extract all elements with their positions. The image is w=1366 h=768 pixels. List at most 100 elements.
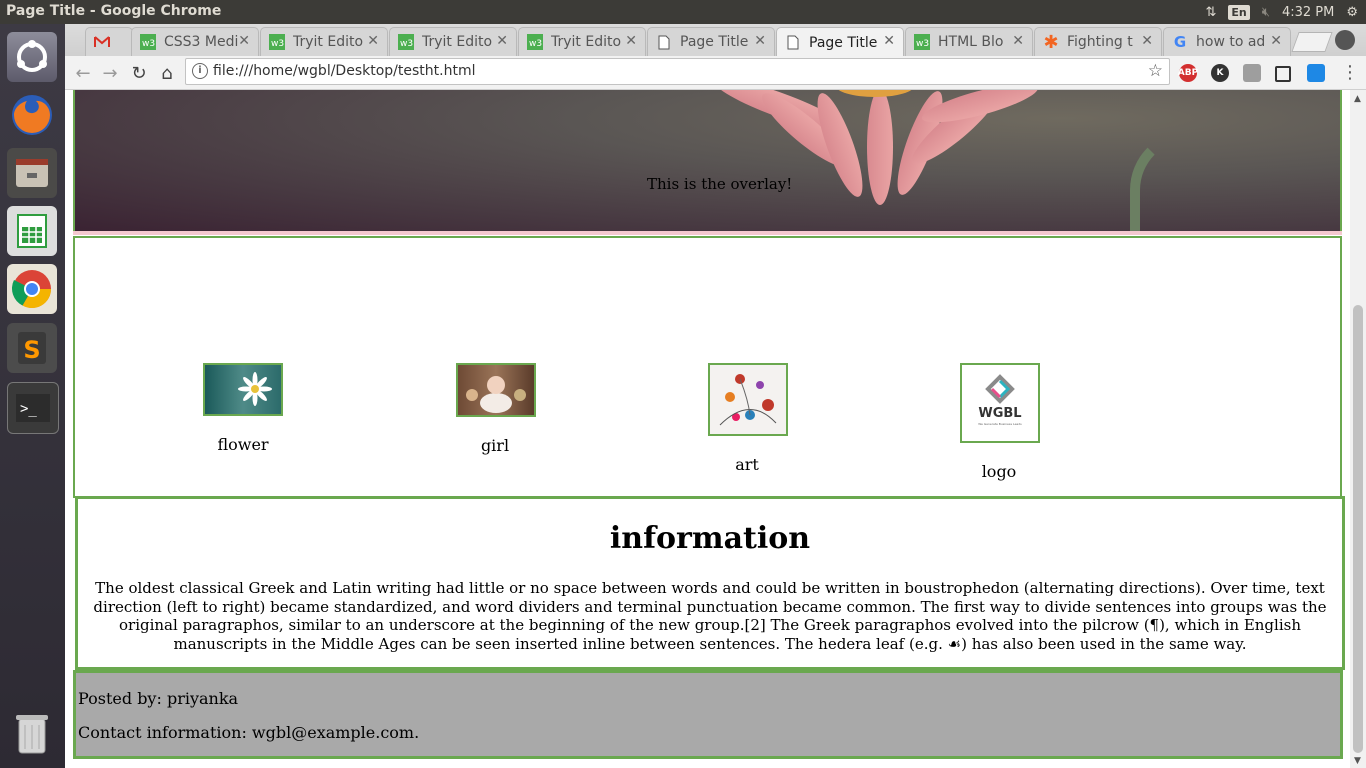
chrome-menu-icon[interactable]: ⋮ — [1341, 62, 1359, 83]
asterisk-icon: ✱ — [1043, 31, 1059, 53]
svg-text:w3: w3 — [400, 39, 413, 49]
gallery-caption-logo: logo — [981, 462, 1017, 481]
tab-label: Tryit Edito — [551, 34, 622, 50]
svg-text:w3: w3 — [271, 39, 284, 49]
window-title: Page Title - Google Chrome — [6, 3, 222, 19]
scroll-up-arrow-icon[interactable]: ▲ — [1354, 94, 1361, 104]
profile-avatar-icon[interactable] — [1335, 30, 1355, 50]
gallery-caption-flower: flower — [217, 435, 269, 454]
tab-label: how to ad — [1196, 34, 1266, 50]
tab-page-title-active[interactable]: Page Title ✕ — [776, 27, 904, 57]
image-gallery: flower girl art WGBL We Generate Busines… — [73, 236, 1342, 498]
wgbl-logo-thumbnail: WGBL We Generate Business Leads — [978, 374, 1022, 426]
google-icon: G — [1173, 33, 1187, 51]
chrome-toolbar: ← → ↻ ⌂ i file:///home/wgbl/Desktop/test… — [65, 56, 1366, 90]
tab-gmail[interactable] — [85, 27, 133, 56]
files-icon[interactable] — [7, 148, 57, 198]
close-tab-icon[interactable]: ✕ — [367, 33, 379, 49]
close-tab-icon[interactable]: ✕ — [754, 33, 766, 49]
tab-fighting[interactable]: ✱ Fighting t ✕ — [1034, 27, 1162, 56]
ubuntu-launcher: S >_ — [0, 24, 65, 768]
gallery-image-girl[interactable] — [456, 363, 536, 417]
svg-text:w3: w3 — [142, 39, 155, 49]
volume-muted-icon[interactable]: 🔇︎ — [1262, 5, 1270, 20]
tab-label: Page Title — [680, 34, 749, 50]
ubuntu-dash-icon[interactable] — [7, 32, 57, 82]
adblock-plus-icon[interactable]: ABP — [1178, 64, 1198, 82]
clock[interactable]: 4:32 PM — [1282, 5, 1334, 20]
hero-overlay-text: This is the overlay! — [647, 175, 793, 193]
gallery-image-logo[interactable]: WGBL We Generate Business Leads — [960, 363, 1040, 443]
tab-tryit-1[interactable]: w3 Tryit Edito ✕ — [260, 27, 388, 56]
scrollbar-thumb[interactable] — [1353, 305, 1363, 753]
reload-icon[interactable]: ↻ — [128, 62, 150, 84]
w3schools-icon: w3 — [527, 34, 543, 50]
gallery-image-flower[interactable] — [203, 363, 283, 416]
close-tab-icon[interactable]: ✕ — [1141, 33, 1153, 49]
libreoffice-calc-icon[interactable] — [7, 206, 57, 256]
sublime-text-icon[interactable]: S — [7, 323, 57, 373]
svg-text:w3: w3 — [529, 39, 542, 49]
page-icon — [656, 34, 672, 50]
tab-label: Tryit Edito — [293, 34, 364, 50]
hero-banner: This is the overlay! — [73, 90, 1342, 235]
scroll-down-arrow-icon[interactable]: ▼ — [1354, 756, 1361, 766]
baby-thumbnail — [466, 376, 526, 413]
hero-bottom-strip — [73, 231, 1342, 235]
chrome-tab-strip: w3 CSS3 Medi ✕ w3 Tryit Edito ✕ w3 Tryit E… — [65, 24, 1366, 57]
tab-html-blocks[interactable]: w3 HTML Blo ✕ — [905, 27, 1033, 56]
address-url[interactable]: file:///home/wgbl/Desktop/testht.html — [213, 63, 475, 79]
svg-text:w3: w3 — [916, 39, 929, 49]
home-icon[interactable]: ⌂ — [156, 62, 178, 84]
close-tab-icon[interactable]: ✕ — [883, 33, 895, 49]
tab-css3-media[interactable]: w3 CSS3 Medi ✕ — [131, 27, 259, 56]
tab-how-to-add[interactable]: G how to ad ✕ — [1163, 27, 1291, 56]
contact-information-text: Contact information: wgbl@example.com. — [78, 723, 420, 742]
new-tab-button[interactable] — [1291, 32, 1333, 52]
tab-label: CSS3 Medi — [164, 34, 239, 50]
network-icon[interactable]: ⇅ — [1205, 5, 1216, 20]
extension-icon[interactable] — [1243, 64, 1261, 82]
daisy-thumbnail — [238, 372, 272, 406]
system-top-panel: Page Title - Google Chrome ⇅ En 🔇︎ 4:32 … — [0, 0, 1366, 24]
w3schools-icon: w3 — [269, 34, 285, 50]
tab-label: Tryit Edito — [422, 34, 493, 50]
tab-label: HTML Blo — [938, 34, 1004, 50]
w3schools-icon: w3 — [914, 34, 930, 50]
bookmark-star-icon[interactable]: ☆ — [1148, 61, 1163, 81]
trash-icon[interactable] — [7, 708, 57, 758]
terminal-icon[interactable]: >_ — [7, 382, 59, 434]
svg-text:>_: >_ — [20, 401, 37, 417]
gallery-caption-art: art — [735, 455, 759, 474]
information-paragraph: The oldest classical Greek and Latin wri… — [93, 579, 1327, 653]
site-info-icon[interactable]: i — [192, 63, 208, 79]
close-tab-icon[interactable]: ✕ — [496, 33, 508, 49]
close-tab-icon[interactable]: ✕ — [1012, 33, 1024, 49]
cube-extension-icon[interactable] — [1275, 66, 1291, 82]
back-arrow-icon[interactable]: ← — [72, 62, 94, 84]
close-tab-icon[interactable]: ✕ — [1270, 33, 1282, 49]
information-heading: information — [609, 521, 811, 556]
svg-text:S: S — [23, 336, 40, 364]
posted-by-text: Posted by: priyanka — [78, 689, 239, 708]
address-bar[interactable]: i file:///home/wgbl/Desktop/testht.html … — [185, 58, 1170, 85]
page-scrollbar[interactable]: ▲ ▼ — [1350, 90, 1366, 768]
forward-arrow-icon[interactable]: → — [99, 62, 121, 84]
tab-label: Page Title — [809, 34, 878, 51]
information-section: information The oldest classical Greek a… — [75, 496, 1345, 670]
close-tab-icon[interactable]: ✕ — [625, 33, 637, 49]
k-extension-icon[interactable]: K — [1211, 64, 1229, 82]
settings-gear-icon[interactable]: ⚙ — [1346, 5, 1358, 20]
tab-tryit-2[interactable]: w3 Tryit Edito ✕ — [389, 27, 517, 56]
firefox-icon[interactable] — [7, 90, 57, 140]
tab-tryit-3[interactable]: w3 Tryit Edito ✕ — [518, 27, 646, 56]
w3schools-icon: w3 — [140, 34, 156, 50]
page-icon — [785, 35, 801, 51]
chrome-icon[interactable] — [7, 264, 57, 314]
tab-page-title-1[interactable]: Page Title ✕ — [647, 27, 775, 56]
system-tray: ⇅ En 🔇︎ 4:32 PM ⚙ — [1205, 2, 1358, 22]
gallery-image-art[interactable] — [708, 363, 788, 436]
blue-extension-icon[interactable] — [1307, 64, 1325, 82]
close-tab-icon[interactable]: ✕ — [238, 33, 250, 49]
keyboard-language-indicator[interactable]: En — [1228, 4, 1250, 20]
